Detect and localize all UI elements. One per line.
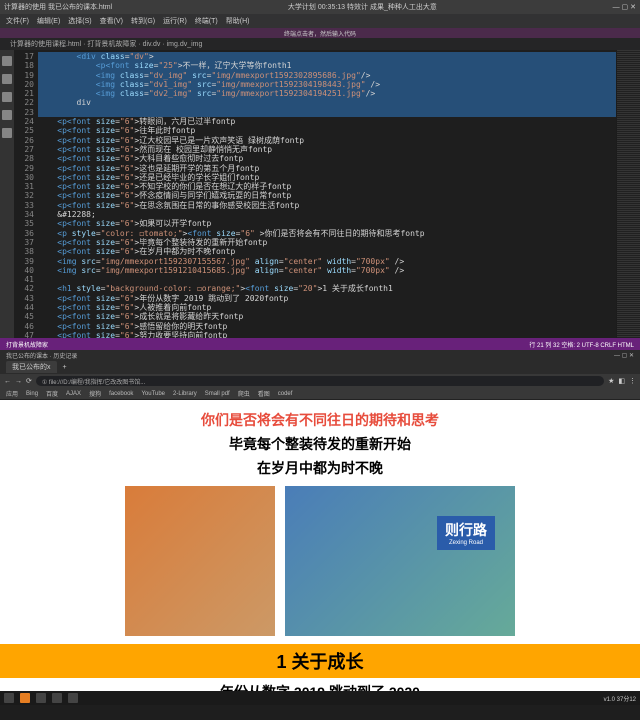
forward-icon[interactable]: → [15, 378, 22, 385]
section-header: 1 关于成长 [0, 644, 640, 678]
extension-icon[interactable]: ★ [608, 377, 614, 385]
editor[interactable]: 17 18 19 20 21 22 23 24 25 26 27 28 29 3… [14, 50, 640, 338]
back-icon[interactable]: ← [4, 378, 11, 385]
menu-terminal[interactable]: 终端(T) [195, 16, 218, 26]
bm[interactable]: facebook [109, 391, 133, 397]
task-icon[interactable] [20, 693, 30, 703]
browser-window-controls[interactable]: — ▢ ✕ [614, 352, 634, 359]
start-icon[interactable] [4, 693, 14, 703]
task-icon[interactable] [52, 693, 62, 703]
address-bar[interactable]: ① file:///D:/编程/我指挥/它改改图书馆... [36, 376, 604, 386]
status-left[interactable]: 打背景机故障家 [6, 340, 48, 349]
sign-sub: Zexing Road [445, 540, 487, 546]
bm-apps[interactable]: 应用 [6, 389, 18, 398]
extensions-icon[interactable] [2, 128, 12, 138]
breadcrumb[interactable]: 计算器的使用课程.html · 打背景机故障家 · div.dv · img.d… [10, 39, 202, 49]
activity-bar[interactable] [0, 50, 14, 338]
git-icon[interactable] [2, 92, 12, 102]
code-area[interactable]: <div class="dv"> <p<font size="25">不一样，辽… [38, 50, 616, 338]
search-center-bar[interactable]: 终端点击者，然后输入代码 [0, 28, 640, 38]
new-tab-button[interactable]: + [63, 364, 67, 371]
browser-titlebar[interactable]: 我已公布的课本 · 历史记录 — ▢ ✕ [0, 350, 640, 360]
files-icon[interactable] [2, 56, 12, 66]
menu-edit[interactable]: 编辑(E) [37, 16, 60, 26]
vscode-window: 计算器的使用 我已公布的课本.html 大学计划 00:35:13 特效计 成果… [0, 0, 640, 350]
menu-help[interactable]: 帮助(H) [226, 16, 250, 26]
reload-icon[interactable]: ⟳ [26, 377, 32, 385]
task-icon[interactable] [36, 693, 46, 703]
menu-icon[interactable]: ⋮ [629, 377, 636, 385]
menu-file[interactable]: 文件(F) [6, 16, 29, 26]
titlebar[interactable]: 计算器的使用 我已公布的课本.html 大学计划 00:35:13 特效计 成果… [0, 0, 640, 14]
bm[interactable]: YouTube [141, 391, 165, 397]
taskbar-right-text: v1.0 37分12 [604, 694, 636, 703]
bm[interactable]: 爬虫 [238, 389, 250, 398]
street-sign: 则行路 Zexing Road [437, 516, 495, 550]
line-gutter: 17 18 19 20 21 22 23 24 25 26 27 28 29 3… [14, 50, 38, 338]
search-icon[interactable] [2, 74, 12, 84]
browser-tab-1[interactable]: 我已公布的x [6, 361, 57, 373]
menubar[interactable]: 文件(F) 编辑(E) 选择(S) 查看(V) 转到(G) 运行(R) 终端(T… [0, 14, 640, 28]
bm[interactable]: 2-Library [173, 391, 197, 397]
bm[interactable]: Bing [26, 391, 38, 397]
line-4: 年份从数字 2019 跳动到了 2020 [0, 682, 640, 691]
image-1 [125, 486, 275, 636]
heading-3: 在岁月中都为时不晚 [0, 458, 640, 478]
title-center: 大学计划 00:35:13 特效计 成果_种种人工出大意 [288, 2, 437, 12]
os-taskbar[interactable]: v1.0 37分12 [0, 691, 640, 705]
bm[interactable]: 百度 [46, 389, 58, 398]
menu-goto[interactable]: 转到(G) [131, 16, 155, 26]
task-icon[interactable] [68, 693, 78, 703]
menu-view[interactable]: 查看(V) [100, 16, 123, 26]
browser-title: 我已公布的课本 · 历史记录 [6, 351, 77, 360]
editor-tabs[interactable]: 计算器的使用课程.html · 打背景机故障家 · div.dv · img.d… [0, 38, 640, 50]
heading-2: 毕竟每个整装待发的重新开始 [0, 434, 640, 454]
menu-run[interactable]: 运行(R) [163, 16, 187, 26]
sign-main: 则行路 [445, 522, 487, 538]
bm[interactable]: AJAX [66, 391, 81, 397]
url-text: ① file:///D:/编程/我指挥/它改改图书馆... [42, 377, 145, 386]
heading-red: 你们是否将会有不同往日的期待和思考 [0, 410, 640, 430]
bm[interactable]: 看图 [258, 389, 270, 398]
section-title: 1 关于成长 [0, 648, 640, 674]
search-text[interactable]: 终端点击者，然后输入代码 [284, 29, 356, 38]
title-left: 计算器的使用 我已公布的课本.html [4, 2, 112, 12]
extension-icon[interactable]: ◧ [618, 377, 625, 385]
window-controls[interactable]: — ▢ ✕ [613, 3, 636, 11]
menu-select[interactable]: 选择(S) [68, 16, 91, 26]
browser-window: 我已公布的课本 · 历史记录 — ▢ ✕ 我已公布的x + ← → ⟳ ① fi… [0, 350, 640, 705]
image-row: 则行路 Zexing Road [0, 486, 640, 636]
image-2: 则行路 Zexing Road [285, 486, 515, 636]
browser-toolbar[interactable]: ← → ⟳ ① file:///D:/编程/我指挥/它改改图书馆... ★ ◧ … [0, 374, 640, 388]
status-right[interactable]: 行 21 列 32 空格: 2 UTF-8 CRLF HTML [529, 340, 634, 349]
minimap[interactable] [616, 50, 640, 338]
page-viewport[interactable]: 你们是否将会有不同往日的期待和思考 毕竟每个整装待发的重新开始 在岁月中都为时不… [0, 400, 640, 691]
bm[interactable]: 搜狗 [89, 389, 101, 398]
bookmarks-bar[interactable]: 应用 Bing 百度 AJAX 搜狗 facebook YouTube 2-Li… [0, 388, 640, 400]
statusbar[interactable]: 打背景机故障家 行 21 列 32 空格: 2 UTF-8 CRLF HTML [0, 338, 640, 350]
bm[interactable]: codef [278, 391, 293, 397]
bm[interactable]: Small pdf [205, 391, 230, 397]
debug-icon[interactable] [2, 110, 12, 120]
browser-tabs[interactable]: 我已公布的x + [0, 360, 640, 374]
